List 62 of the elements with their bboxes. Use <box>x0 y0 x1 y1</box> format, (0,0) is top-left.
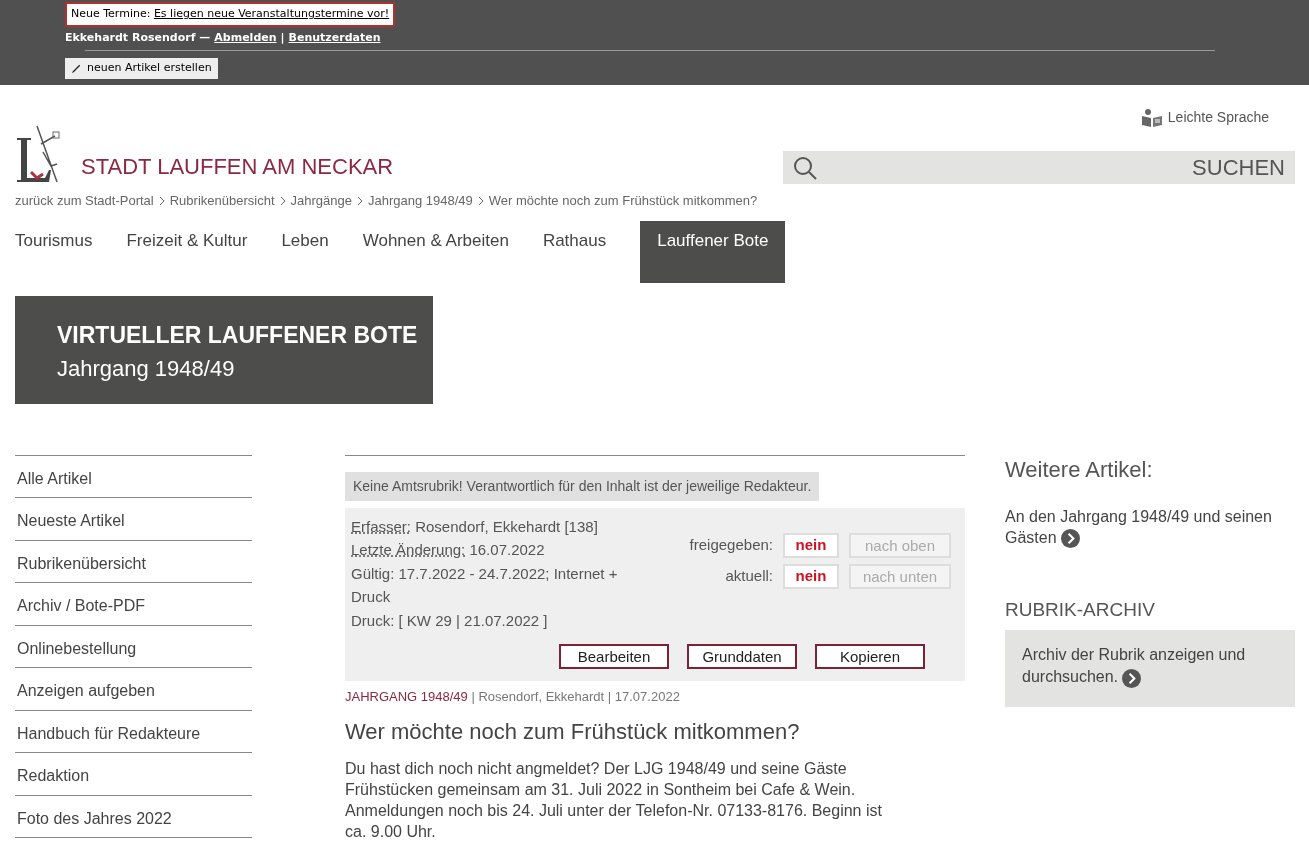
breadcrumb-link[interactable]: Jahrgang 1948/49 <box>367 191 473 211</box>
archive-card[interactable]: Archiv der Rubrik anzeigen und durchsuchen. <box>1005 630 1295 708</box>
more-articles-heading: Weitere Artikel: <box>1005 455 1154 484</box>
article-title: Wer möchte noch zum Frühstück mitkommen? <box>345 717 801 746</box>
chevron-right-icon <box>157 195 166 206</box>
new-article-button[interactable]: neuen Artikel erstellen <box>65 58 218 79</box>
nav-tab[interactable]: Freizeit & Kultur <box>126 220 282 283</box>
chevron-circle-icon <box>1122 668 1142 688</box>
sidebar-item[interactable]: Neueste Artikel <box>15 498 252 541</box>
nav-tab[interactable]: Leben <box>281 220 363 283</box>
status-value: nein <box>783 532 839 558</box>
chevron-right-icon <box>278 195 287 206</box>
sidebar-item[interactable]: Foto des Jahres 2022 <box>15 795 252 838</box>
search-field[interactable]: SUCHEN <box>827 151 1295 184</box>
chevron-circle-icon <box>1060 528 1080 548</box>
chevron-right-icon <box>476 195 485 206</box>
status-label: aktuell: <box>725 565 773 586</box>
article-body: Du hast dich noch nicht angmeldet? Der LJG 1948/49 und seine Gäste Frühstücken gemeinsam am 31. Juli 2022 in Sontheim bei Cafe & Wein. Anmeldungen noch bis 24. Juli unter der Telefon-Nr. 07133-8176. Beginn ist ca. 9.00 Uhr. <box>345 758 883 842</box>
sidebar-item[interactable]: Rubrikenübersicht <box>15 540 252 583</box>
search-icon <box>793 155 817 180</box>
archive-heading: RUBRIK-ARCHIV <box>1005 597 1156 622</box>
easy-language-link[interactable]: Leichte Sprache <box>1167 107 1269 128</box>
disclaimer-note: Keine Amtsrubrik! Verantwortlich für den Inhalt ist der jeweilige Redakteur. <box>345 471 820 501</box>
action-button[interactable]: Kopieren <box>815 644 925 669</box>
byline-text: | Rosendorf, Ekkehardt | 17.07.2022 <box>471 689 680 704</box>
action-button[interactable]: Bearbeiten <box>559 644 669 669</box>
nav-tab[interactable]: Wohnen & Arbeiten <box>362 220 543 283</box>
status-value: nein <box>783 563 839 589</box>
hero-subtitle: Jahrgang 1948/49 <box>57 355 236 383</box>
breadcrumb-link[interactable]: zurück zum Stadt-Portal <box>15 191 154 211</box>
notice-link[interactable]: Es liegen neue Veranstaltungstermine vor! <box>153 7 390 20</box>
logout-link[interactable]: Abmelden <box>214 29 277 46</box>
site-title: STADT LAUFFEN AM NECKAR <box>81 153 394 181</box>
chevron-right-icon <box>355 195 364 206</box>
sidebar-item[interactable]: Handbuch für Redakteure <box>15 710 252 753</box>
breadcrumb-link[interactable]: Jahrgänge <box>290 191 352 211</box>
sidebar-item[interactable]: Anzeigen aufgeben <box>15 668 252 711</box>
meta-line: Letzte Änderung: 16.07.2022 <box>351 540 546 560</box>
sidebar-item[interactable]: Onlinebestellung <box>15 625 252 668</box>
notice-label: Neue Termine: <box>71 7 151 20</box>
meta-line: Gültig: 17.7.2022 - 24.7.2022; Internet + Druck <box>351 563 619 607</box>
nav-tab[interactable]: Rathaus <box>542 220 641 283</box>
user-name: Ekkehardt Rosendorf — <box>65 29 211 46</box>
search-button[interactable] <box>783 151 827 184</box>
action-button[interactable]: Grunddaten <box>687 644 797 669</box>
category-link[interactable]: JAHRGANG 1948/49 <box>345 689 468 704</box>
status-label: freigegeben: <box>689 534 773 555</box>
meta-line: Erfasser: Rosendorf, Ekkehardt [138] <box>351 516 599 537</box>
sidebar-item[interactable]: Redaktion <box>15 753 252 796</box>
separator-text: | <box>280 29 285 46</box>
meta-line: Druck: [ KW 29 | 21.07.2022 ] <box>351 610 549 631</box>
pencil-icon <box>71 62 82 74</box>
sidebar-item[interactable]: Alle Artikel <box>15 455 252 498</box>
hero-title: VIRTUELLER LAUFFENER BOTE <box>57 320 419 350</box>
breadcrumb-link[interactable]: Rubrikenübersicht <box>169 191 275 211</box>
sidebar-item[interactable]: Archiv / Bote-PDF <box>15 583 252 626</box>
profile-link[interactable]: Benutzerdaten <box>288 29 381 46</box>
nav-tab[interactable]: Tourismus <box>15 220 127 283</box>
book-icon <box>1141 108 1162 127</box>
breadcrumb-link[interactable]: Wer möchte noch zum Frühstück mitkommen? <box>488 191 758 211</box>
more-article-link[interactable]: An den Jahrgang 1948/49 und seinen Gästen <box>1005 505 1295 548</box>
nav-tab[interactable]: Lauffener Bote <box>640 220 786 283</box>
